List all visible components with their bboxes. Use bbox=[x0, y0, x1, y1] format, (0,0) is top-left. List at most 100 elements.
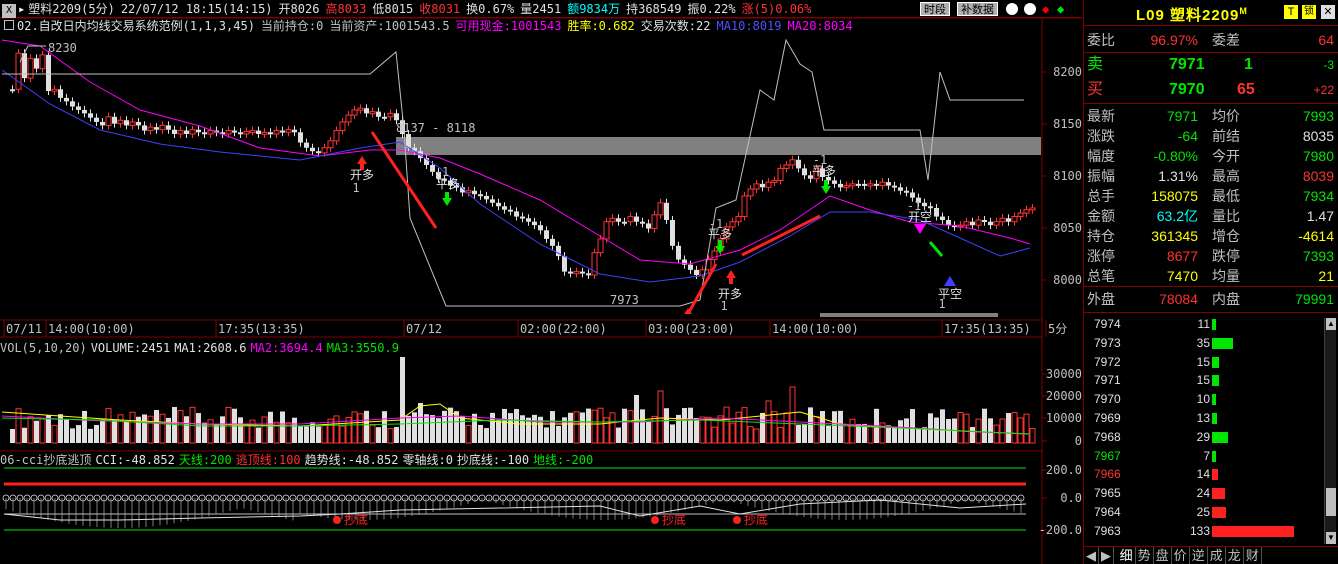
cci-zero: 零轴线:0 bbox=[402, 453, 453, 467]
candle-body bbox=[154, 127, 159, 130]
candle-body bbox=[568, 271, 573, 274]
sell-row[interactable]: 卖 7971 1 -3 bbox=[1084, 54, 1338, 76]
volume-indicator-bar: VOL(5,10,20) VOLUME:2451 MA1:2608.6 MA2:369… bbox=[0, 340, 403, 356]
chart-area[interactable]: 8200 8150 8100 8050 8000 07/11 14:00(10:00) 17:… bbox=[0, 0, 1082, 564]
clock-icon[interactable] bbox=[1024, 3, 1036, 15]
volume-bar bbox=[430, 415, 435, 443]
period-button[interactable]: 时段 bbox=[920, 2, 950, 16]
candle-body bbox=[159, 124, 166, 131]
cci-line bbox=[3, 499, 1027, 521]
panel-tabs[interactable]: ◀ ▶ 细势盘价逆成龙财 bbox=[1084, 546, 1338, 564]
stat-value: -4614 bbox=[1298, 228, 1334, 244]
red-diamond-icon[interactable]: ◆ bbox=[1042, 3, 1049, 15]
stat-label: 持仓 bbox=[1087, 228, 1115, 244]
volume-bar bbox=[735, 411, 742, 444]
tab-next-icon[interactable]: ▶ bbox=[1099, 547, 1114, 564]
strategy-name[interactable]: 02.自改日内均线交易系统范例(1,1,3,45) bbox=[17, 19, 255, 33]
low-label: 低8015 bbox=[372, 2, 414, 16]
candle-body bbox=[874, 183, 879, 186]
candle-body bbox=[867, 183, 874, 187]
vol-ma3: MA3:3550.9 bbox=[326, 341, 399, 355]
buy-row[interactable]: 买 7970 65 +22 bbox=[1084, 79, 1338, 101]
panel-tab[interactable]: 盘 bbox=[1154, 547, 1172, 564]
price-axis-label: 8100 bbox=[1053, 169, 1082, 183]
time-axis-label: 07/12 bbox=[406, 322, 442, 336]
stat-value: -0.80% bbox=[1153, 148, 1198, 164]
candle-body bbox=[232, 130, 237, 133]
vol-axis-label: 20000 bbox=[1046, 389, 1082, 403]
cci-value: CCI:-48.852 bbox=[95, 453, 175, 467]
volume-bar bbox=[586, 408, 591, 443]
settings-icon[interactable] bbox=[1006, 3, 1018, 15]
volume-bar bbox=[580, 412, 585, 443]
candle-body bbox=[1017, 212, 1024, 218]
volume-bar bbox=[220, 416, 225, 443]
volume-bar bbox=[771, 411, 778, 444]
stat-row: 金额 63.2亿 量比 1.47 bbox=[1084, 206, 1338, 226]
panel-tab[interactable]: 细 bbox=[1118, 547, 1136, 564]
volume-bar bbox=[657, 390, 664, 444]
volume-bar bbox=[520, 415, 525, 443]
time-axis-label: 03:00(23:00) bbox=[648, 322, 735, 336]
candle-body bbox=[243, 130, 250, 135]
candle-body bbox=[268, 132, 273, 135]
panel-tab[interactable]: 逆 bbox=[1190, 547, 1208, 564]
volume-bar bbox=[849, 418, 856, 444]
winrate-label: 胜率:0.682 bbox=[567, 19, 635, 33]
candle-body bbox=[838, 183, 843, 188]
volume-bar bbox=[988, 418, 993, 443]
panel-tab[interactable]: 财 bbox=[1244, 547, 1262, 564]
candle-body bbox=[10, 89, 15, 92]
volume-bar bbox=[747, 426, 754, 444]
volume-bar bbox=[129, 411, 136, 444]
expand-icon[interactable]: ▸ bbox=[18, 2, 25, 16]
tick-scrollbar[interactable]: ▲ ▼ bbox=[1324, 318, 1336, 544]
tab-prev-icon[interactable]: ◀ bbox=[1084, 547, 1099, 564]
system-line bbox=[2, 38, 1024, 307]
close-panel-icon[interactable]: ✕ bbox=[1321, 5, 1335, 19]
volume-bar bbox=[544, 427, 549, 443]
tick-qty: 35 bbox=[1196, 335, 1210, 350]
kline-chart[interactable]: 8200 8150 8100 8050 8000 07/11 14:00(10:00) 17:… bbox=[0, 0, 1082, 564]
vol-label[interactable]: VOL(5,10,20) bbox=[0, 341, 87, 355]
volume-bar bbox=[820, 411, 825, 443]
candle-body bbox=[207, 130, 214, 135]
candle-body bbox=[280, 130, 285, 133]
candle-body bbox=[273, 130, 280, 135]
candle-body bbox=[514, 211, 519, 217]
volume-bar bbox=[484, 428, 489, 443]
green-diamond-icon[interactable]: ◆ bbox=[1057, 3, 1064, 15]
signal-label: 1 bbox=[352, 181, 359, 195]
strategy-checkbox[interactable] bbox=[4, 20, 14, 30]
tick-row: 7970 10 bbox=[1084, 389, 1324, 409]
stat-value: 8039 bbox=[1302, 168, 1334, 184]
close-icon[interactable]: X bbox=[2, 4, 16, 18]
candle-body bbox=[105, 116, 112, 126]
time-axis-label: 02:00(22:00) bbox=[520, 322, 607, 336]
tick-bar bbox=[1212, 469, 1218, 481]
candle-body bbox=[142, 125, 147, 131]
cci-label[interactable]: 06-cci抄底逃顶 bbox=[0, 453, 91, 467]
candle-body bbox=[664, 202, 669, 220]
tick-qty: 11 bbox=[1197, 317, 1210, 331]
stat-label: 量比 bbox=[1212, 208, 1240, 224]
volume-bar bbox=[573, 411, 580, 444]
volume-bar bbox=[27, 416, 34, 444]
candle-body bbox=[898, 187, 903, 191]
tick-qty: 15 bbox=[1196, 373, 1210, 388]
volume-bar bbox=[465, 425, 472, 444]
buy-price: 7970 bbox=[1169, 81, 1205, 98]
volume-bar bbox=[502, 408, 507, 443]
t-badge[interactable]: T bbox=[1284, 5, 1298, 19]
volume-bar bbox=[898, 420, 903, 443]
tick-row: 7968 29 bbox=[1084, 427, 1324, 447]
panel-tab[interactable]: 成 bbox=[1208, 547, 1226, 564]
lock-badge[interactable]: 锁 bbox=[1302, 5, 1316, 19]
fill-data-button[interactable]: 补数据 bbox=[957, 2, 998, 16]
candle-body bbox=[478, 194, 483, 197]
panel-tab[interactable]: 龙 bbox=[1226, 547, 1244, 564]
panel-tab[interactable]: 价 bbox=[1172, 547, 1190, 564]
volume-bar bbox=[39, 418, 46, 444]
candle-body bbox=[760, 183, 765, 188]
panel-tab[interactable]: 势 bbox=[1136, 547, 1154, 564]
